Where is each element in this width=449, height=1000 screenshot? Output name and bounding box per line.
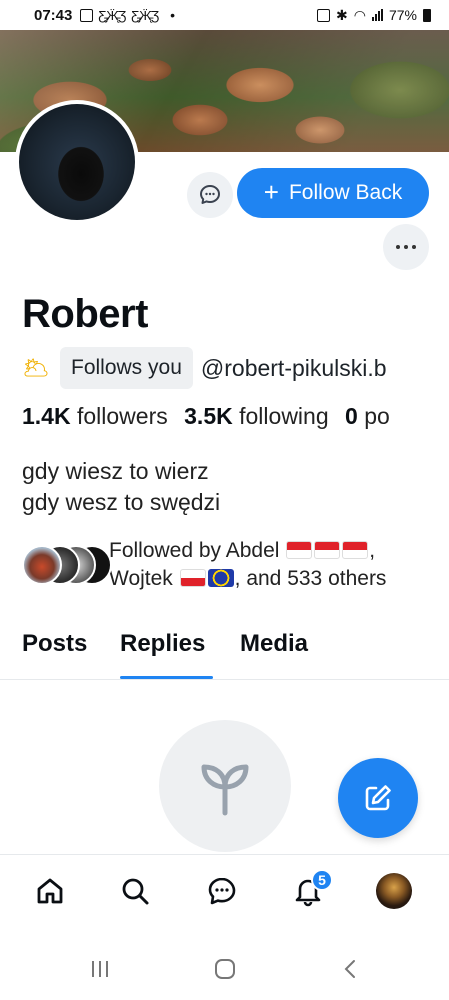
profile-tabs: Posts Replies Media [0,614,449,680]
chat-icon [208,877,236,905]
butterfly-icon: Ƹ̵̡Ӝ̵̨̄Ʒ [98,7,127,23]
known-followers[interactable]: Followed by Abdel , Wojtek , and 533 oth… [22,537,442,593]
flag-indonesia-icon [314,541,341,559]
flag-poland-icon [179,569,206,587]
sun-emoji-icon: 🌥 [22,355,50,380]
back-chevron-icon [344,960,355,978]
system-home-icon [215,959,235,979]
bottom-navigation: 5 [0,854,449,932]
known-followers-prefix: Followed by Abdel [109,539,280,562]
bio-line: gdy wesz to swędzi [22,489,221,515]
profile-bio: gdy wiesz to wierz gdy wesz to swędzi [22,456,220,518]
tab-replies[interactable]: Replies [120,630,205,658]
system-back-button[interactable] [336,954,366,984]
flag-eu-icon [207,569,234,587]
status-bar: 07:43 Ƹ̵̡Ӝ̵̨̄Ʒ Ƹ̵̡Ӝ̵̨̄Ʒ • ✱ ◠ 77% [0,0,449,30]
signal-icon [371,9,383,21]
known-followers-suffix: , and 533 others [234,567,387,590]
following-count: 3.5K [184,403,233,429]
profile-avatar[interactable] [15,100,139,224]
bluetooth-icon: ✱ [336,6,348,23]
posts-label: po [364,403,390,429]
tab-media[interactable]: Media [240,630,308,658]
tab-posts[interactable]: Posts [22,630,87,658]
flag-indonesia-icon [286,541,313,559]
avatar-image [19,104,135,220]
followers-label: followers [76,403,168,429]
follower-avatar [22,545,62,585]
gallery-icon [80,8,94,22]
more-options-button[interactable] [383,224,429,270]
nav-home[interactable] [30,871,70,911]
following-link[interactable]: 3.5K following [184,403,328,429]
follow-back-label: Follow Back [288,181,403,204]
more-notifications-dot-icon: • [170,7,176,23]
profile-stats: 1.4K followers 3.5K following 0 po [22,403,449,430]
follows-you-badge: Follows you [60,347,193,389]
bio-line: gdy wiesz to wierz [22,458,209,484]
active-tab-indicator [120,676,213,679]
known-followers-text: Followed by Abdel , Wojtek , and 533 oth… [109,537,442,593]
profile-handle[interactable]: @robert-pikulski.b [201,355,387,382]
profile-display-name: Robert [22,292,148,336]
nav-profile[interactable] [374,871,414,911]
followers-link[interactable]: 1.4K followers [22,403,168,429]
posts-stat: 0 po [345,403,390,429]
battery-percent: 77% [388,7,417,23]
profile-meta-row: 🌥 Follows you @robert-pikulski.b [22,346,449,390]
recent-apps-icon [92,961,108,977]
empty-state-illustration [159,720,291,852]
battery-icon [423,8,431,22]
compose-button[interactable] [338,758,418,838]
flag-indonesia-icon [342,541,369,559]
lock-icon [317,8,331,22]
notifications-badge: 5 [311,869,333,891]
status-time: 07:43 [34,6,73,24]
recent-apps-button[interactable] [85,954,115,984]
status-right: ✱ ◠ 77% [317,7,431,24]
following-label: following [239,403,329,429]
sprout-icon [201,764,249,816]
status-notification-icons: Ƹ̵̡Ӝ̵̨̄Ʒ Ƹ̵̡Ӝ̵̨̄Ʒ • [80,7,175,23]
posts-count: 0 [345,403,358,429]
plus-icon: + [263,177,279,207]
home-icon [37,878,63,904]
search-icon [122,878,149,905]
followers-count: 1.4K [22,403,71,429]
butterfly-icon: Ƹ̵̡Ӝ̵̨̄Ʒ [131,7,160,23]
wifi-icon: ◠ [353,6,366,23]
more-dots-icon [396,245,416,249]
chat-bubble-icon [200,185,220,204]
message-button[interactable] [187,172,233,218]
my-avatar [376,873,412,909]
compose-icon [365,785,391,811]
nav-search[interactable] [115,871,155,911]
nav-chat[interactable] [202,871,242,911]
follow-back-button[interactable]: + Follow Back [237,168,429,218]
system-home-button[interactable] [210,954,240,984]
system-navigation [0,936,449,1000]
